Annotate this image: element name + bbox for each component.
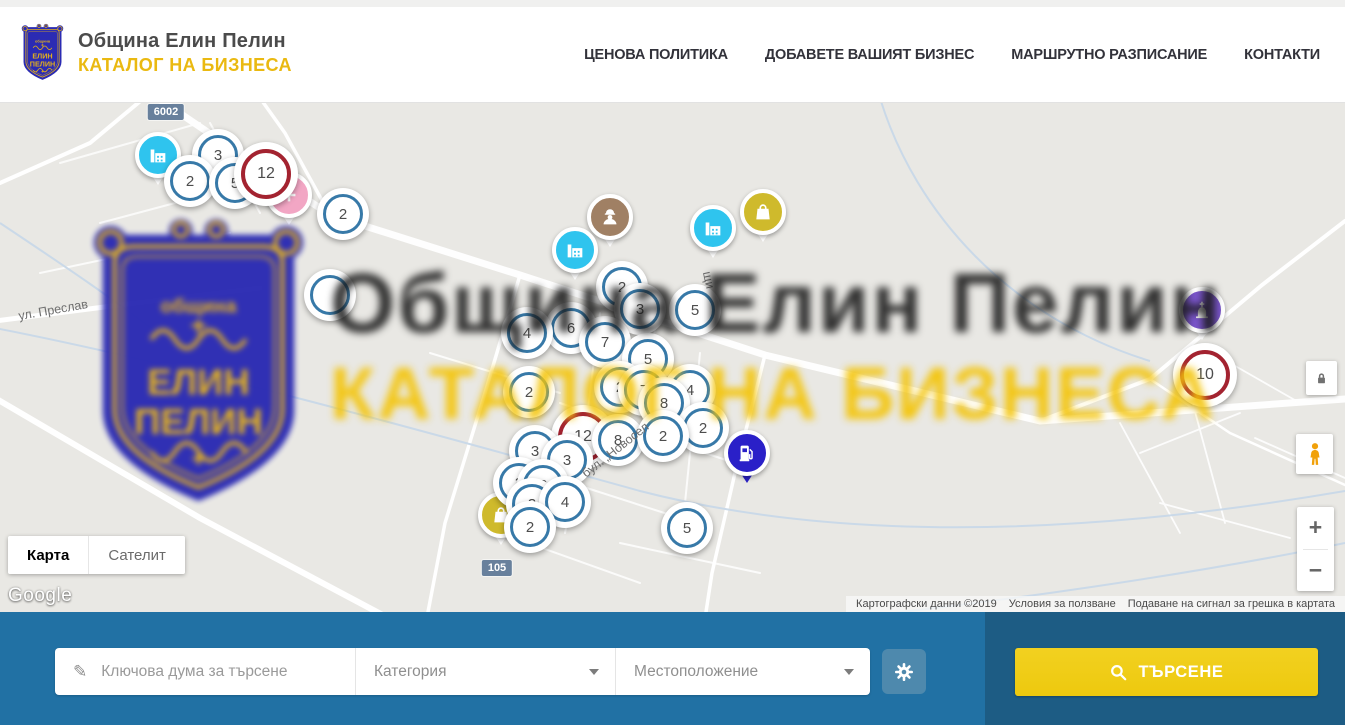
road-number-badge: 105 — [482, 560, 512, 576]
map-canvas[interactable]: 3251222356475227482128233383425106002105… — [0, 103, 1345, 612]
factory-icon — [147, 144, 169, 166]
zoom-control: + − — [1297, 507, 1334, 591]
road-number-badge: 6002 — [148, 104, 184, 120]
map-marker-cluster[interactable]: 2 — [317, 188, 369, 240]
logo-subtitle: КАТАЛОГ НА БИЗНЕСА — [78, 54, 292, 77]
map-marker-cluster[interactable] — [304, 269, 356, 321]
church-icon — [1191, 299, 1213, 321]
map-marker-cluster[interactable]: 2 — [504, 501, 556, 553]
attribution-copyright: Картографски данни ©2019 — [850, 598, 1003, 610]
cluster-count: 2 — [510, 507, 550, 547]
search-field-group: ✎ Категория Местоположение — [55, 648, 870, 695]
pin-bubble — [740, 189, 786, 235]
markers-layer: 3251222356475227482128233383425106002105… — [0, 103, 1345, 612]
map-marker-cluster[interactable]: 10 — [1173, 343, 1237, 407]
cluster-count: 3 — [620, 289, 660, 329]
cluster-count: 2 — [683, 408, 723, 448]
pin-bubble — [1179, 287, 1225, 333]
attribution-link-2[interactable]: Подаване на сигнал за грешка в картата — [1122, 598, 1341, 610]
category-select-value: Категория — [374, 663, 446, 681]
search-button-label: ТЪРСЕНЕ — [1138, 663, 1223, 682]
municipality-crest-icon — [20, 23, 65, 82]
site-logo[interactable]: Община Елин Пелин КАТАЛОГ НА БИЗНЕСА — [20, 23, 292, 82]
cluster-count: 7 — [585, 322, 625, 362]
search-icon — [1109, 663, 1128, 682]
factory-icon — [564, 239, 586, 261]
header: Община Елин Пелин КАТАЛОГ НА БИЗНЕСА ЦЕН… — [0, 0, 1345, 103]
pegman-icon — [1304, 441, 1326, 467]
map-marker-cluster[interactable]: 5 — [661, 502, 713, 554]
cluster-count: 2 — [323, 194, 363, 234]
pin-bubble — [587, 194, 633, 240]
main-nav: ЦЕНОВА ПОЛИТИКА ДОБАВЕТЕ ВАШИЯТ БИЗНЕС МАР… — [584, 7, 1320, 103]
map-marker-cluster[interactable]: 5 — [669, 284, 721, 336]
lock-button[interactable] — [1306, 361, 1337, 395]
page: Община Елин Пелин КАТАЛОГ НА БИЗНЕСА ЦЕН… — [0, 0, 1345, 725]
location-select[interactable]: Местоположение — [615, 648, 870, 695]
attribution-link-1[interactable]: Условия за ползване — [1003, 598, 1122, 610]
category-select[interactable]: Категория — [355, 648, 615, 695]
cluster-count: 5 — [675, 290, 715, 330]
search-button[interactable]: ТЪРСЕНЕ — [1015, 648, 1318, 696]
cluster-count: 2 — [643, 416, 683, 456]
google-logo[interactable]: Google — [8, 585, 72, 607]
map-attribution: Картографски данни ©2019Условия за ползв… — [846, 596, 1345, 612]
gear-icon — [892, 660, 916, 684]
search-bar: ✎ Категория Местоположение — [0, 612, 1345, 725]
pin-bubble — [552, 227, 598, 273]
cluster-count: 10 — [1180, 350, 1230, 400]
pin-bubble — [724, 430, 770, 476]
bag-icon — [752, 201, 774, 223]
street-view-pegman-button[interactable] — [1296, 434, 1333, 474]
worker-icon — [599, 206, 621, 228]
map-type-control: Карта Сателит — [8, 536, 185, 574]
fuel-icon — [736, 442, 758, 464]
street-name-label: ул. Преслав — [17, 297, 89, 323]
logo-title: Община Елин Пелин — [78, 29, 292, 54]
map-type-map-button[interactable]: Карта — [8, 536, 88, 574]
logo-text: Община Елин Пелин КАТАЛОГ НА БИЗНЕСА — [78, 29, 292, 77]
nav-item-3[interactable]: КОНТАКТИ — [1244, 47, 1320, 63]
factory-icon — [702, 217, 724, 239]
map-type-satellite-button[interactable]: Сателит — [88, 536, 185, 574]
chevron-down-icon — [844, 669, 854, 675]
nav-item-1[interactable]: ДОБАВЕТЕ ВАШИЯТ БИЗНЕС — [765, 47, 974, 63]
search-keyword-input[interactable] — [99, 662, 333, 682]
map-marker-cluster[interactable]: 12 — [234, 142, 298, 206]
cluster-count: 2 — [509, 372, 549, 412]
cluster-count: 2 — [170, 161, 210, 201]
pencil-icon: ✎ — [73, 662, 87, 682]
map-marker-cluster[interactable]: 2 — [637, 410, 689, 462]
nav-item-2[interactable]: МАРШРУТНО РАЗПИСАНИЕ — [1011, 47, 1207, 63]
location-select-value: Местоположение — [634, 663, 758, 681]
zoom-out-button[interactable]: − — [1297, 550, 1334, 592]
cluster-count: 12 — [241, 149, 291, 199]
advanced-settings-button[interactable] — [882, 649, 926, 694]
map-marker-cluster[interactable]: 4 — [501, 307, 553, 359]
cluster-count: 5 — [667, 508, 707, 548]
cluster-count: 4 — [507, 313, 547, 353]
cluster-count — [310, 275, 350, 315]
pin-bubble — [690, 205, 736, 251]
zoom-in-button[interactable]: + — [1297, 507, 1334, 549]
keyword-field: ✎ — [55, 648, 355, 695]
map-marker-cluster[interactable]: 2 — [503, 366, 555, 418]
street-name-label: щи — [700, 270, 717, 290]
nav-item-0[interactable]: ЦЕНОВА ПОЛИТИКА — [584, 47, 728, 63]
chevron-down-icon — [589, 669, 599, 675]
lock-icon — [1314, 370, 1329, 387]
